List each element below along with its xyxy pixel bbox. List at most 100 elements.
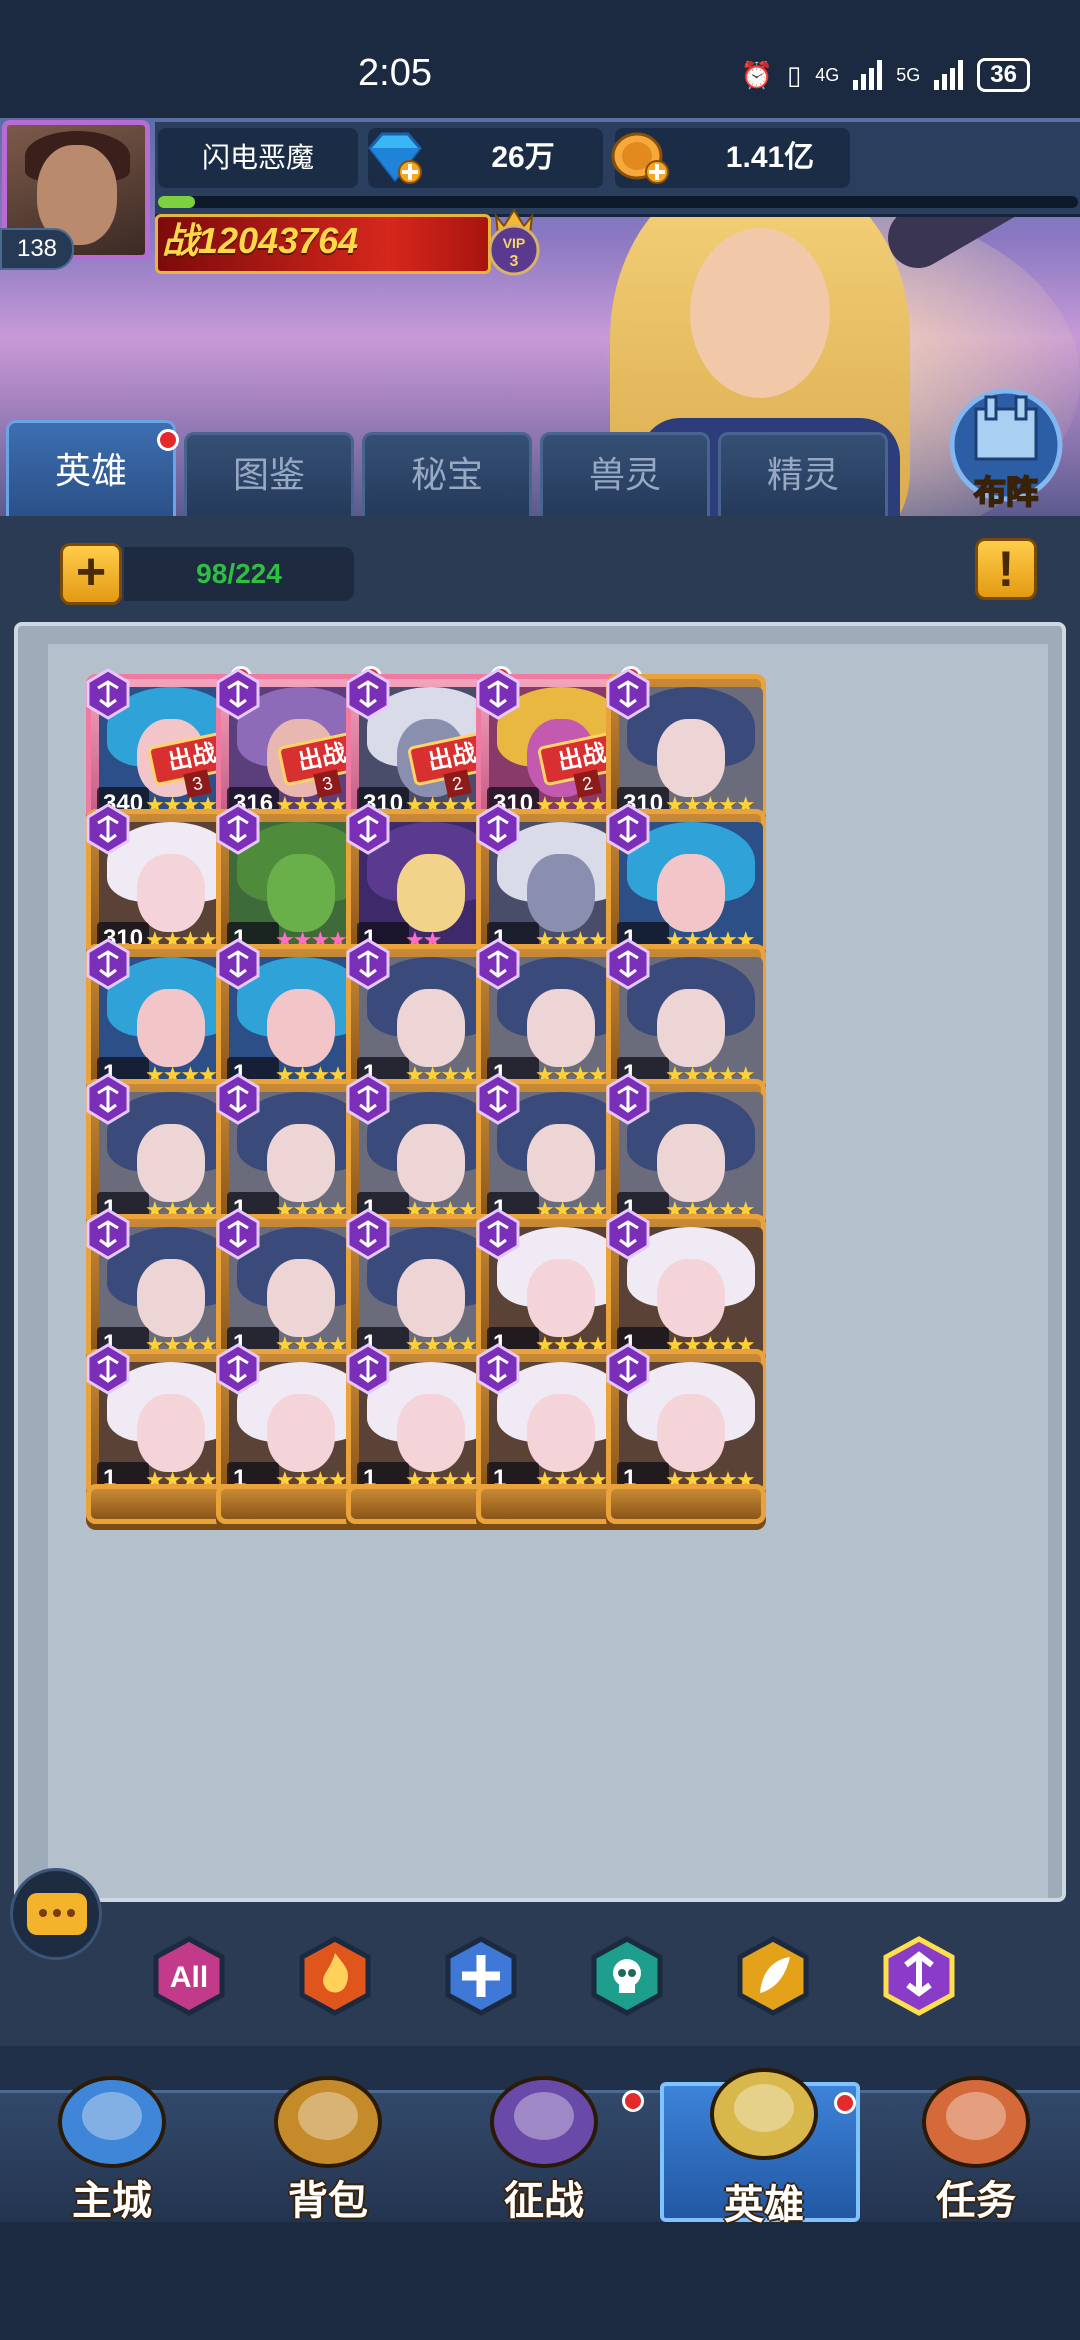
- dark-faction-icon: [606, 938, 650, 990]
- dark-faction-icon: [86, 1073, 130, 1125]
- nav-icon: [274, 2076, 382, 2168]
- formation-button[interactable]: 布阵: [940, 385, 1072, 515]
- nav-item-3[interactable]: 英雄: [660, 2068, 860, 2227]
- alarm-icon: ⏰: [740, 59, 773, 90]
- dark-faction-icon: [606, 1343, 650, 1395]
- nav-label: 征战: [504, 2179, 584, 2223]
- dark-faction-icon: [86, 1208, 130, 1260]
- dark-faction-icon: [346, 668, 390, 720]
- nav-icon: [58, 2076, 166, 2168]
- dark-faction-icon: [346, 938, 390, 990]
- filter-holy-icon[interactable]: [440, 1935, 522, 2017]
- nav-icon: [490, 2076, 598, 2168]
- notification-dot: [157, 429, 179, 451]
- tab-label: 兽灵: [588, 454, 661, 495]
- filter-dark-icon[interactable]: [878, 1935, 960, 2017]
- coin-plus-icon: [611, 132, 669, 184]
- tab-0[interactable]: 英雄: [6, 420, 179, 520]
- gems-value: 26万: [491, 141, 555, 174]
- gem-plus-icon: [368, 132, 422, 184]
- nav-icon: [922, 2076, 1030, 2168]
- nav-label: 主城: [72, 2179, 152, 2223]
- dark-faction-icon: [216, 668, 260, 720]
- deployed-slot: 3: [183, 769, 212, 798]
- notification-dot: [834, 2092, 856, 2114]
- vip-badge[interactable]: VIP 3: [482, 206, 546, 276]
- nav-item-2[interactable]: 征战: [444, 2050, 644, 2230]
- tab-label: 精灵: [766, 454, 839, 495]
- status-icons: ⏰ ▯ 4G 5G 36: [741, 58, 1030, 92]
- dark-faction-icon: [86, 1343, 130, 1395]
- filter-undead-icon[interactable]: [586, 1935, 668, 2017]
- signal-icon: [934, 60, 964, 90]
- tab-2[interactable]: 秘宝: [362, 432, 532, 518]
- system-nav-area: [0, 2222, 1080, 2340]
- nav-item-0[interactable]: 主城: [12, 2050, 212, 2230]
- dark-faction-icon: [216, 1073, 260, 1125]
- expand-capacity-button[interactable]: +: [60, 543, 122, 605]
- dark-faction-icon: [86, 803, 130, 855]
- exp-bar: [158, 196, 1078, 208]
- vip-label: VIP: [503, 235, 526, 251]
- hero-count: 98/224: [124, 547, 354, 601]
- dark-faction-icon: [346, 1208, 390, 1260]
- info-button[interactable]: !: [975, 538, 1037, 600]
- heroine-art: [690, 228, 830, 398]
- dark-faction-icon: [476, 1208, 520, 1260]
- gold-value: 1.41亿: [725, 141, 815, 174]
- dark-faction-icon: [476, 938, 520, 990]
- filter-all-label: All: [170, 1961, 208, 1994]
- dark-faction-icon: [86, 938, 130, 990]
- nav-item-1[interactable]: 背包: [228, 2050, 428, 2230]
- dark-faction-icon: [346, 1073, 390, 1125]
- signal-icon: [853, 60, 883, 90]
- clock: 2:05: [358, 52, 432, 94]
- chat-button[interactable]: [10, 1868, 102, 1960]
- notification-dot: [622, 2090, 644, 2112]
- dark-faction-icon: [606, 668, 650, 720]
- dark-faction-icon: [86, 668, 130, 720]
- filter-all-icon[interactable]: All: [148, 1935, 230, 2017]
- vibrate-icon: ▯: [786, 59, 802, 90]
- network-5g-label: 5G: [896, 64, 921, 85]
- tab-4[interactable]: 精灵: [718, 432, 888, 518]
- tab-3[interactable]: 兽灵: [540, 432, 710, 518]
- nav-item-4[interactable]: 任务: [876, 2050, 1076, 2230]
- nav-icon: [710, 2068, 818, 2160]
- dark-faction-icon: [476, 668, 520, 720]
- player-level: 138: [0, 228, 74, 270]
- dark-faction-icon: [476, 1073, 520, 1125]
- dark-faction-icon: [476, 803, 520, 855]
- deployed-slot: 3: [313, 769, 342, 798]
- nav-label: 英雄: [724, 2183, 804, 2227]
- dark-faction-icon: [606, 803, 650, 855]
- dark-faction-icon: [346, 803, 390, 855]
- combat-power-value: 战12043764: [162, 220, 359, 261]
- filter-fire-icon[interactable]: [294, 1935, 376, 2017]
- player-name: 闪电恶魔: [158, 128, 358, 188]
- hero-card[interactable]: [606, 1484, 766, 1524]
- hero-grid-panel: 340 ★★★★★ 出战 3 316 ★★★★★ 出战 3 310 ★★★★★ 出战 2 310 ★★★★…: [14, 622, 1066, 1902]
- dark-faction-icon: [216, 1343, 260, 1395]
- vip-level: 3: [510, 253, 519, 270]
- filter-nature-icon[interactable]: [732, 1935, 814, 2017]
- hero-tabs: 英雄 图鉴 秘宝 兽灵 精灵: [0, 420, 1080, 520]
- tab-label: 英雄: [54, 450, 127, 491]
- tab-label: 秘宝: [410, 454, 483, 495]
- gold-counter[interactable]: 1.41亿: [611, 128, 850, 188]
- hero-grid: 340 ★★★★★ 出战 3 316 ★★★★★ 出战 3 310 ★★★★★ 出战 2 310 ★★★★…: [48, 644, 1048, 1898]
- nav-label: 任务: [936, 2179, 1016, 2223]
- tab-1[interactable]: 图鉴: [184, 432, 354, 518]
- deployed-slot: 2: [573, 769, 602, 798]
- dark-faction-icon: [216, 1208, 260, 1260]
- dark-faction-icon: [476, 1343, 520, 1395]
- tab-label: 图鉴: [232, 454, 305, 495]
- exp-bar-fill: [158, 196, 195, 208]
- dark-faction-icon: [606, 1073, 650, 1125]
- gems-counter[interactable]: 26万: [368, 128, 603, 188]
- formation-label: 布阵: [974, 473, 1038, 511]
- deployed-slot: 2: [443, 769, 472, 798]
- chat-icon: [27, 1893, 87, 1935]
- dark-faction-icon: [216, 938, 260, 990]
- dark-faction-icon: [216, 803, 260, 855]
